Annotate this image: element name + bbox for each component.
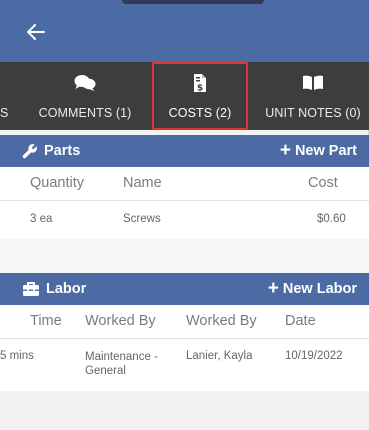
labor-section-header: Labor + New Labor (0, 273, 369, 305)
labor-title-label: Labor (46, 281, 87, 297)
tab-comments[interactable]: COMMENTS (1) (24, 62, 146, 130)
svg-text:$: $ (197, 84, 203, 94)
tab-unit-notes[interactable]: UNIT NOTES (0) (256, 62, 369, 130)
parts-col-quantity: Quantity (30, 175, 84, 191)
labor-column-header: Time Worked By Worked By Date (0, 305, 369, 339)
section-spacer (0, 239, 369, 273)
new-part-label: New Part (294, 143, 357, 159)
book-icon (303, 75, 323, 90)
tab-costs[interactable]: $ COSTS (2) (152, 62, 248, 130)
labor-col-time: Time (30, 313, 62, 329)
arrow-left-icon (27, 24, 45, 40)
plus-icon: + (279, 139, 291, 161)
new-labor-button[interactable]: + New Labor (267, 277, 357, 299)
new-part-button[interactable]: + New Part (279, 139, 357, 161)
parts-title-label: Parts (44, 143, 81, 159)
parts-col-name: Name (123, 175, 162, 191)
toolbox-icon (23, 281, 39, 296)
parts-section-header: Parts + New Part (0, 135, 369, 167)
tab-edge-fragment: S (0, 106, 8, 120)
labor-worked-by-2: Lanier, Kayla (186, 350, 253, 362)
comments-icon (74, 75, 96, 91)
part-cost: $0.60 (317, 213, 346, 225)
tab-unit-notes-label: UNIT NOTES (0) (265, 106, 361, 120)
labor-worked-by-1: Maintenance - General (85, 351, 158, 377)
labor-col-date: Date (285, 313, 316, 329)
wrench-icon (22, 144, 37, 159)
labor-time: 5 mins (0, 350, 34, 362)
parts-title: Parts (22, 143, 80, 159)
part-name: Screws (123, 213, 161, 225)
receipt-dollar-icon: $ (194, 74, 206, 94)
plus-icon: + (267, 277, 279, 299)
labor-date: 10/19/2022 (285, 350, 343, 362)
back-button[interactable] (24, 20, 48, 44)
tab-costs-label: COSTS (2) (168, 106, 232, 120)
tab-bar: S COMMENTS (1) $ COSTS (2) UNIT NOTES (0… (0, 62, 369, 130)
app-bar (0, 0, 369, 62)
labor-col-worked-by-2: Worked By (186, 313, 257, 329)
parts-column-header: Quantity Name Cost (0, 167, 369, 201)
table-row[interactable]: 3 ea Screws $0.60 (0, 201, 369, 239)
parts-col-cost: Cost (308, 175, 338, 191)
app-screen: S COMMENTS (1) $ COSTS (2) UNIT NOTES (0… (0, 0, 369, 430)
labor-title: Labor (22, 281, 86, 297)
device-notch (122, 0, 264, 4)
labor-col-worked-by-1: Worked By (85, 313, 156, 329)
empty-area (0, 391, 369, 430)
tab-comments-label: COMMENTS (1) (38, 106, 132, 120)
table-row[interactable]: 5 mins Maintenance - General Lanier, Kay… (0, 339, 369, 391)
new-labor-label: New Labor (282, 281, 357, 297)
part-quantity: 3 ea (30, 213, 53, 225)
